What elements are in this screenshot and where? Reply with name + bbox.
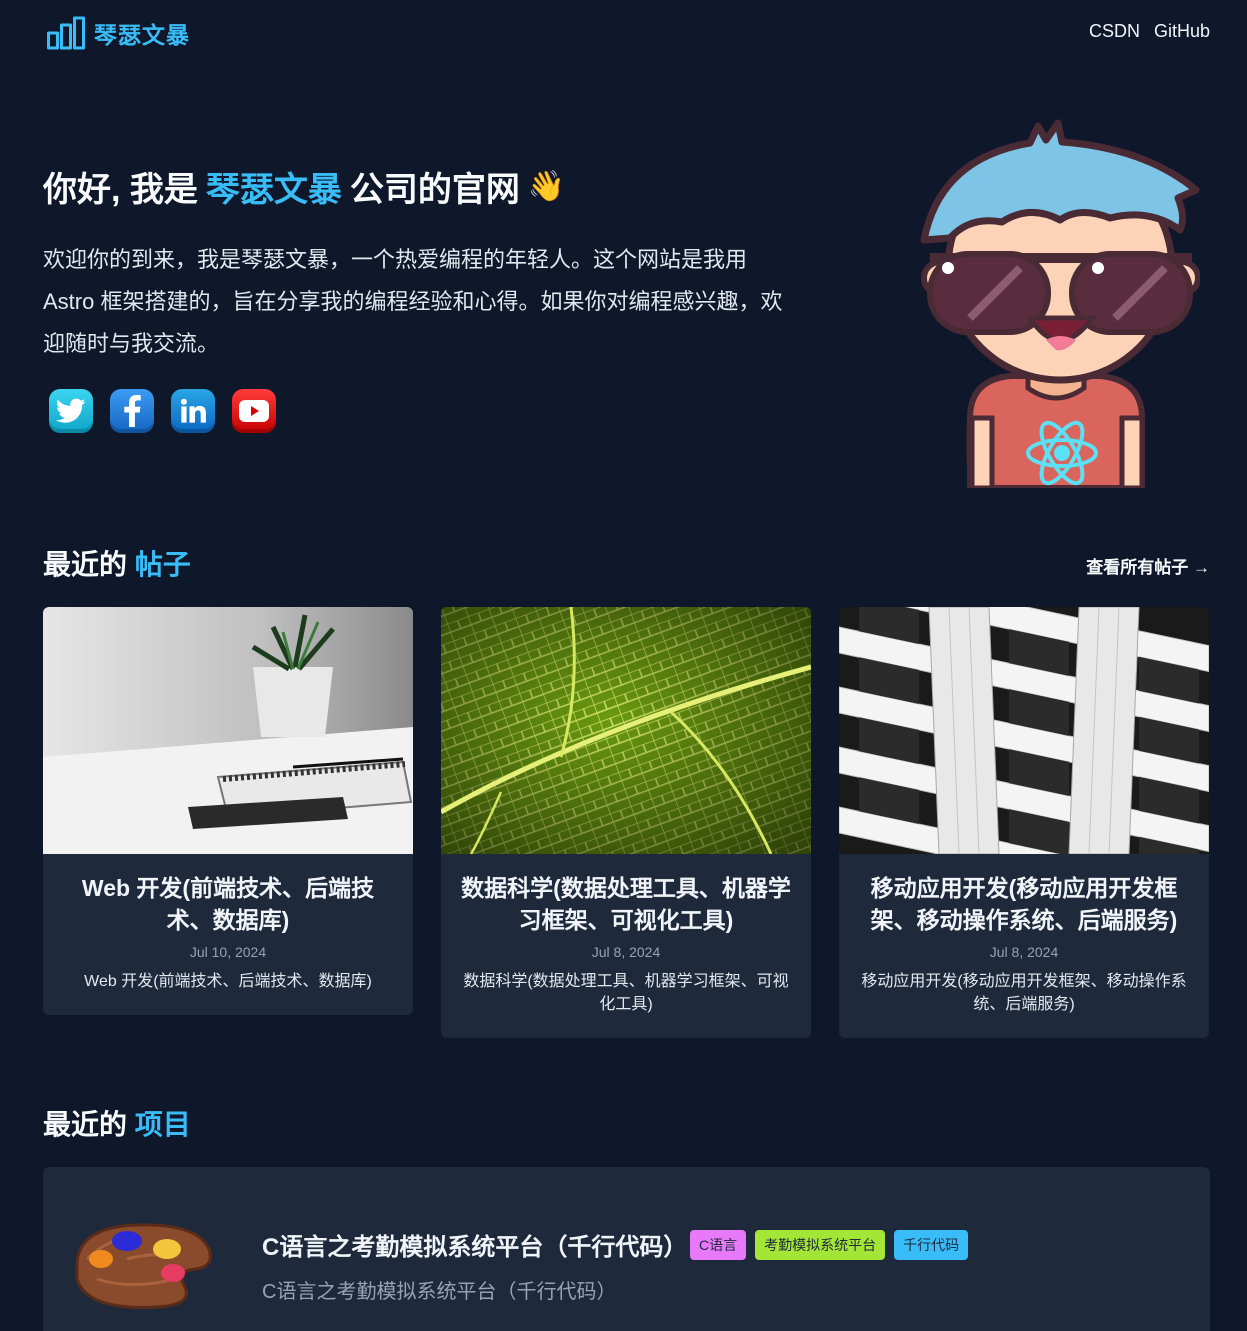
post-title: Web 开发(前端技术、后端技术、数据库) — [81, 875, 375, 933]
linkedin-icon[interactable] — [171, 389, 215, 433]
site-header: 琴瑟文暴 CSDN GitHub — [0, 0, 1247, 66]
paint-palette-icon — [75, 1223, 212, 1309]
hero-greeting-prefix: 你好, 我是 — [43, 171, 198, 209]
post-image-green-leaf — [441, 607, 811, 854]
post-title: 数据科学(数据处理工具、机器学习框架、可视化工具) — [461, 875, 791, 933]
hero-heading: 你好, 我是 琴瑟文暴 公司的官网 👋 — [43, 162, 803, 211]
waving-hand-icon: 👋 — [527, 170, 566, 203]
hero-section: 你好, 我是 琴瑟文暴 公司的官网 👋 欢迎你的到来，我是琴瑟文暴，一个热爱编程… — [43, 162, 803, 433]
project-tags: C语言 考勤模拟系统平台 千行代码 — [690, 1230, 969, 1260]
post-card-data-science[interactable]: 数据科学(数据处理工具、机器学习框架、可视化工具) Jul 8, 2024 数据… — [441, 607, 811, 1038]
project-tag[interactable]: 考勤模拟系统平台 — [755, 1230, 886, 1260]
post-date: Jul 8, 2024 — [989, 944, 1059, 960]
hero-greeting-name: 琴瑟文暴 — [205, 171, 342, 209]
site-logo[interactable]: 琴瑟文暴 — [46, 16, 190, 50]
project-description: C语言之考勤模拟系统平台（千行代码） — [262, 1281, 617, 1303]
post-title: 移动应用开发(移动应用开发框架、移动操作系统、后端服务) — [870, 875, 1178, 933]
recent-posts-heading-accent: 帖子 — [134, 549, 191, 580]
social-links — [43, 389, 803, 433]
post-card-mobile-dev[interactable]: 移动应用开发(移动应用开发框架、移动操作系统、后端服务) Jul 8, 2024… — [839, 607, 1209, 1038]
recent-posts-heading-prefix: 最近的 — [43, 549, 128, 580]
post-image-desk-notebook — [43, 607, 413, 854]
post-card-web-dev[interactable]: Web 开发(前端技术、后端技术、数据库) Jul 10, 2024 Web 开… — [43, 607, 413, 1015]
recent-projects-heading-accent: 项目 — [134, 1109, 191, 1140]
post-date: Jul 8, 2024 — [591, 944, 661, 960]
post-card-body: 移动应用开发(移动应用开发框架、移动操作系统、后端服务) Jul 8, 2024… — [839, 854, 1209, 1038]
post-card-body: 数据科学(数据处理工具、机器学习框架、可视化工具) Jul 8, 2024 数据… — [441, 854, 811, 1038]
twitter-icon[interactable] — [49, 389, 93, 433]
project-title: C语言之考勤模拟系统平台（千行代码） — [262, 1234, 688, 1261]
bar-chart-logo-icon — [47, 16, 85, 50]
hero-greeting-suffix: 公司的官网 — [349, 171, 520, 209]
nav-link-csdn[interactable]: CSDN — [1089, 21, 1140, 42]
facebook-icon[interactable] — [110, 389, 154, 433]
logo-text: 琴瑟文暴 — [94, 22, 190, 48]
post-image-building-facade — [839, 607, 1209, 854]
recent-posts-heading: 最近的 帖子 — [43, 543, 191, 583]
view-all-posts-link[interactable]: 查看所有帖子 → — [1086, 553, 1210, 578]
post-cards: Web 开发(前端技术、后端技术、数据库) Jul 10, 2024 Web 开… — [43, 607, 1210, 1038]
nav-link-github[interactable]: GitHub — [1154, 21, 1210, 42]
post-card-body: Web 开发(前端技术、后端技术、数据库) Jul 10, 2024 Web 开… — [43, 854, 413, 1015]
project-tag[interactable]: C语言 — [690, 1230, 747, 1260]
project-tag[interactable]: 千行代码 — [894, 1230, 969, 1260]
post-description: 数据科学(数据处理工具、机器学习框架、可视化工具) — [463, 973, 789, 1013]
top-nav: CSDN GitHub — [1089, 21, 1210, 42]
project-card[interactable]: C语言之考勤模拟系统平台（千行代码） C语言 考勤模拟系统平台 千行代码 C语言… — [43, 1167, 1210, 1331]
developer-avatar-illustration — [920, 119, 1200, 488]
hero-intro: 欢迎你的到来，我是琴瑟文暴，一个热爱编程的年轻人。这个网站是我用 Astro 框… — [43, 247, 783, 356]
youtube-icon[interactable] — [232, 389, 276, 433]
recent-projects-heading-prefix: 最近的 — [43, 1109, 128, 1140]
post-date: Jul 10, 2024 — [189, 944, 267, 960]
post-description: 移动应用开发(移动应用开发框架、移动操作系统、后端服务) — [861, 973, 1187, 1013]
post-description: Web 开发(前端技术、后端技术、数据库) — [84, 973, 372, 990]
recent-projects-heading: 最近的 项目 — [43, 1103, 191, 1143]
